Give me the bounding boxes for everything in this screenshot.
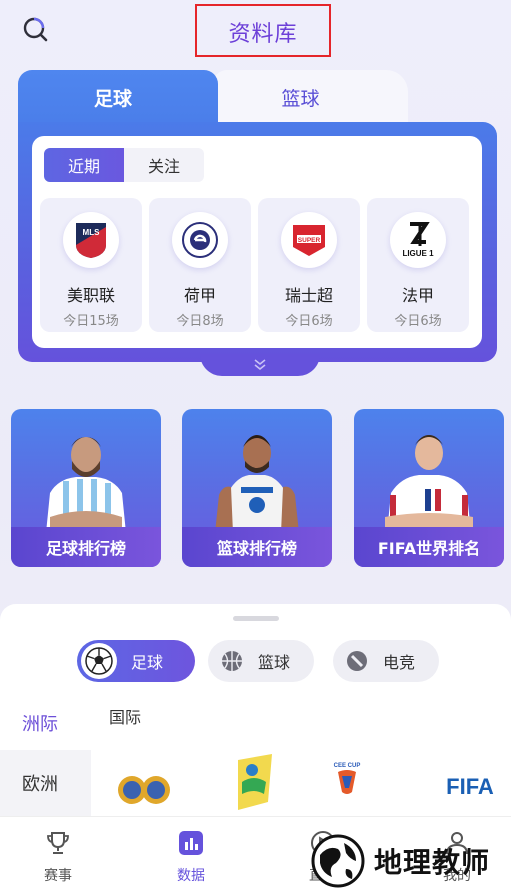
ranking-label: 足球排行榜	[45, 539, 126, 558]
subtab-follow[interactable]: 关注	[124, 148, 204, 182]
eredivisie-logo-icon	[172, 212, 228, 268]
tab-basketball-label: 篮球	[281, 88, 320, 110]
chart-icon	[177, 829, 205, 857]
cee-cup-logo-text: CEE CUP	[334, 763, 361, 769]
fifa-logo-icon[interactable]: FIFA	[440, 766, 500, 806]
league-card-eredivisie[interactable]: 荷甲 今日8场	[149, 198, 251, 332]
ranking-card-fifa[interactable]: FIFA世界排名	[354, 409, 504, 567]
filter-football-button[interactable]: 足球	[77, 640, 195, 682]
swiss-logo-text: SUPER	[298, 237, 321, 244]
nav-label: 数据	[177, 868, 205, 884]
mls-logo-text: MLS	[83, 228, 101, 237]
league-card-swiss-super[interactable]: SUPER 瑞士超 今日6场	[258, 198, 360, 332]
region-label: 欧洲	[22, 774, 58, 795]
ranking-label-bar: 篮球排行榜	[182, 527, 332, 567]
fifa-player-image	[385, 435, 473, 533]
league-today-count: 今日6场	[285, 314, 333, 329]
esports-icon	[343, 647, 371, 675]
league-name: 法甲	[401, 286, 434, 305]
league-section: 篮球 足球 近期 关注 MLS 美职联 今日15场 荷甲 今日8场 SUPER …	[18, 70, 497, 376]
league-name: 荷甲	[183, 286, 216, 305]
swiss-super-league-logo-icon: SUPER	[281, 212, 337, 268]
trophy-icon	[44, 829, 72, 857]
olympic-football-logo-icon[interactable]	[116, 772, 172, 808]
page-title: 资料库	[228, 22, 298, 47]
globe-watermark-icon	[311, 834, 365, 888]
ranking-label: 篮球排行榜	[216, 539, 297, 558]
fifa-logo-text: FIFA	[446, 774, 494, 799]
women-world-cup-logo-icon[interactable]	[228, 752, 278, 812]
filter-football-label: 足球	[131, 653, 164, 672]
region-item-intercontinental[interactable]: 洲际	[0, 696, 91, 750]
league-panel: 近期 关注 MLS 美职联 今日15场 荷甲 今日8场 SUPER 瑞士超 今日…	[18, 122, 497, 362]
title-highlight-box: 资料库	[195, 4, 331, 57]
football-player-image	[46, 437, 126, 533]
search-icon[interactable]	[20, 14, 50, 44]
ranking-label-bar: 足球排行榜	[11, 527, 161, 567]
filter-esports-label: 电竞	[383, 653, 416, 672]
top-bar: 资料库	[0, 0, 511, 62]
tab-basketball[interactable]: 篮球	[213, 70, 408, 126]
league-card-list: MLS 美职联 今日15场 荷甲 今日8场 SUPER 瑞士超 今日6场 LIG…	[40, 198, 469, 332]
league-today-count: 今日15场	[63, 314, 119, 329]
filter-esports-button[interactable]: 电竞	[333, 640, 439, 682]
league-panel-inner: 近期 关注 MLS 美职联 今日15场 荷甲 今日8场 SUPER 瑞士超 今日…	[32, 136, 482, 348]
league-card-ligue1[interactable]: LIGUE 1 法甲 今日6场	[367, 198, 469, 332]
ranking-card-football[interactable]: 足球排行榜	[11, 409, 161, 567]
tab-football[interactable]: 足球	[18, 70, 218, 130]
league-name: 瑞士超	[284, 286, 333, 305]
filter-basketball-button[interactable]: 篮球	[208, 640, 314, 682]
ranking-label: FIFA世界排名	[377, 539, 481, 558]
league-name: 美职联	[66, 286, 115, 305]
competition-logo-row: CEE CUP FIFA	[110, 754, 510, 816]
league-today-count: 今日6场	[394, 314, 442, 329]
sheet-drag-handle[interactable]	[233, 616, 279, 621]
filter-basketball-label: 篮球	[258, 653, 291, 672]
ligue1-logo-text: LIGUE 1	[402, 249, 434, 258]
nav-label: 赛事	[44, 868, 72, 884]
chevron-down-icon	[254, 359, 266, 371]
watermark-text: 地理教师	[374, 846, 491, 879]
expand-button[interactable]	[200, 354, 320, 376]
region-label: 洲际	[22, 714, 58, 735]
league-card-mls[interactable]: MLS 美职联 今日15场	[40, 198, 142, 332]
cee-cup-logo-icon[interactable]: CEE CUP	[332, 758, 362, 806]
tab-football-label: 足球	[93, 88, 132, 110]
basketball-icon	[218, 647, 246, 675]
league-subtabs: 近期 关注	[44, 148, 204, 182]
mls-logo-icon: MLS	[63, 212, 119, 268]
soccer-ball-icon	[81, 643, 117, 679]
basketball-player-image	[215, 435, 299, 533]
ranking-label-bar: FIFA世界排名	[354, 527, 504, 567]
ranking-card-basketball[interactable]: 篮球排行榜	[182, 409, 332, 567]
nav-item-data[interactable]: 数据	[146, 829, 236, 885]
watermark: 地理教师	[310, 828, 510, 894]
nav-item-matches[interactable]: 赛事	[13, 829, 103, 885]
league-today-count: 今日8场	[176, 314, 224, 329]
category-title: 国际	[109, 708, 142, 727]
subtab-recent[interactable]: 近期	[44, 148, 124, 182]
ligue1-logo-icon: LIGUE 1	[390, 212, 446, 268]
